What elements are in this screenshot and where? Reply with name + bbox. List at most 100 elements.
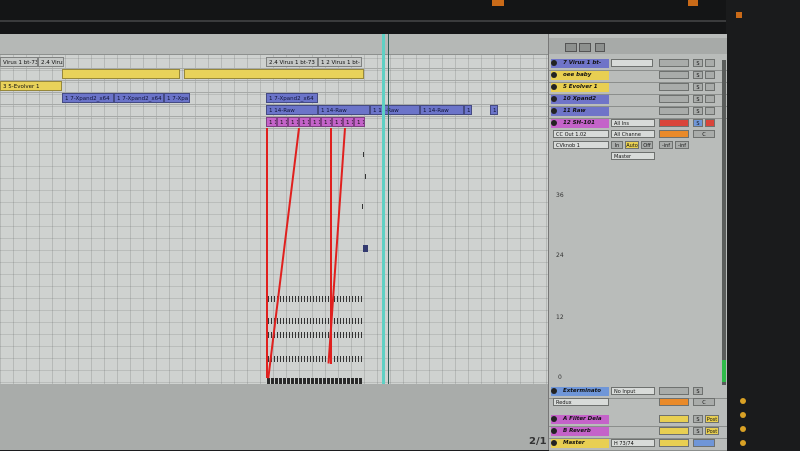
page-indicator[interactable]: 2/1 xyxy=(529,436,547,447)
midi-note-row[interactable] xyxy=(268,332,364,338)
cue-button[interactable]: C xyxy=(693,398,715,406)
volume[interactable] xyxy=(659,387,689,395)
clip[interactable]: 1 xyxy=(490,105,498,115)
knob-icon[interactable] xyxy=(740,398,746,404)
cue-button[interactable]: C xyxy=(693,130,715,138)
midi-note-row[interactable] xyxy=(268,356,364,362)
volume[interactable] xyxy=(659,83,689,91)
clip[interactable]: 1 1 xyxy=(321,117,332,127)
knob-icon[interactable] xyxy=(740,412,746,418)
clip[interactable]: 2.4 Virus xyxy=(38,57,64,67)
send-b[interactable]: -inf xyxy=(675,141,689,149)
clip[interactable]: 1 14-Raw xyxy=(420,105,464,115)
zoom-icon[interactable] xyxy=(565,43,577,52)
solo-button[interactable]: S xyxy=(693,427,703,435)
clip[interactable]: 2.4 Virus 1 bt-73 xyxy=(266,57,318,67)
track-master[interactable]: Master H 73/74 xyxy=(549,438,727,451)
pan-knob[interactable] xyxy=(659,398,689,406)
solo-button[interactable]: S xyxy=(693,387,703,395)
track-name[interactable]: 7 Virus 1 bt- xyxy=(551,59,609,68)
clip[interactable]: 1 1 xyxy=(310,117,321,127)
add-icon[interactable] xyxy=(595,43,605,52)
clip[interactable]: 1 14-Raw xyxy=(370,105,420,115)
post-button[interactable]: Post xyxy=(705,415,719,423)
midi-note-row[interactable] xyxy=(268,296,364,302)
clip[interactable]: 3 5-Evolver 1 xyxy=(0,81,62,91)
midi-note[interactable] xyxy=(363,152,364,157)
play-icon[interactable] xyxy=(551,428,557,434)
clip[interactable]: 1 xyxy=(464,105,472,115)
post-button[interactable]: Post xyxy=(705,427,719,435)
clip[interactable]: 1 2 Virus 1 bt- xyxy=(318,57,362,67)
automation-line[interactable] xyxy=(267,128,300,379)
play-icon[interactable] xyxy=(551,440,557,446)
volume[interactable] xyxy=(659,71,689,79)
monitor-auto[interactable]: Auto xyxy=(625,141,639,149)
play-icon[interactable] xyxy=(551,108,557,114)
clip[interactable]: 1 1 xyxy=(354,117,365,127)
clip[interactable]: 1 7-Xpand2_x64 xyxy=(114,93,164,103)
volume[interactable] xyxy=(659,427,689,435)
clip[interactable]: Virus 1 bt-73 xyxy=(0,57,38,67)
monitor-off[interactable]: Off xyxy=(641,141,653,149)
track-name[interactable]: Master xyxy=(551,439,609,448)
device[interactable]: Redux xyxy=(553,398,609,406)
fold-icon[interactable] xyxy=(579,43,591,52)
arm-button[interactable] xyxy=(705,119,715,127)
audio-from[interactable]: No Input xyxy=(611,387,655,395)
clip[interactable]: 1 1 xyxy=(277,117,288,127)
midi-from[interactable]: All Ins xyxy=(611,119,655,127)
monitor-in[interactable]: In xyxy=(611,141,623,149)
clip[interactable]: 1 7-Xpand2_x64 xyxy=(62,93,114,103)
midi-channel[interactable]: All Channe xyxy=(611,130,655,138)
volume[interactable] xyxy=(659,439,689,447)
track-name[interactable]: 11 Raw xyxy=(551,107,609,116)
pan-knob[interactable] xyxy=(659,130,689,138)
arrangement-view[interactable]: Virus 1 bt-73 2.4 Virus 2.4 Virus 1 bt-7… xyxy=(0,34,548,434)
input-type[interactable] xyxy=(611,59,653,67)
clip[interactable] xyxy=(184,69,364,79)
arm-button[interactable] xyxy=(705,59,715,67)
play-icon[interactable] xyxy=(551,60,557,66)
volume[interactable] xyxy=(659,119,689,127)
audio-to[interactable]: Master xyxy=(611,152,655,160)
master-info[interactable]: H 73/74 xyxy=(611,439,655,447)
track-name[interactable]: oee baby xyxy=(551,71,609,80)
volume[interactable] xyxy=(659,59,689,67)
clip[interactable]: 1 1 xyxy=(266,117,277,127)
clip[interactable]: 1 14-Raw xyxy=(318,105,370,115)
clip[interactable]: 1 7-Xpand2_x64 xyxy=(266,93,318,103)
solo-button[interactable]: S xyxy=(693,95,703,103)
play-icon[interactable] xyxy=(551,96,557,102)
track-name[interactable]: 5 Evolver 1 xyxy=(551,83,609,92)
arm-button[interactable] xyxy=(705,71,715,79)
arm-button[interactable] xyxy=(705,83,715,91)
arm-button[interactable] xyxy=(705,107,715,115)
clip[interactable]: 1 14-Raw xyxy=(266,105,318,115)
clip[interactable] xyxy=(62,69,180,79)
solo-button[interactable]: S xyxy=(693,59,703,67)
playhead[interactable] xyxy=(382,34,385,394)
volume[interactable] xyxy=(659,107,689,115)
track-name[interactable]: 10 Xpand2 xyxy=(551,95,609,104)
solo-button[interactable]: S xyxy=(693,71,703,79)
solo-button[interactable]: S xyxy=(693,107,703,115)
cue-button[interactable] xyxy=(693,439,715,447)
menu-icon[interactable] xyxy=(736,12,742,18)
timeline-ruler[interactable] xyxy=(0,34,548,55)
clip[interactable]: 1 1 xyxy=(299,117,310,127)
midi-note[interactable] xyxy=(362,204,363,209)
solo-button[interactable]: S xyxy=(693,119,703,127)
midi-note[interactable] xyxy=(365,174,366,179)
play-icon[interactable] xyxy=(551,84,557,90)
clip[interactable]: 1 7-Xpa xyxy=(164,93,190,103)
volume[interactable] xyxy=(659,415,689,423)
play-icon[interactable] xyxy=(551,416,557,422)
solo-button[interactable]: S xyxy=(693,415,703,423)
solo-button[interactable]: S xyxy=(693,83,703,91)
play-icon[interactable] xyxy=(551,72,557,78)
midi-note-row[interactable] xyxy=(268,318,364,324)
send-a[interactable]: -inf xyxy=(659,141,673,149)
arm-button[interactable] xyxy=(705,95,715,103)
track-name[interactable]: B Reverb xyxy=(551,427,609,436)
